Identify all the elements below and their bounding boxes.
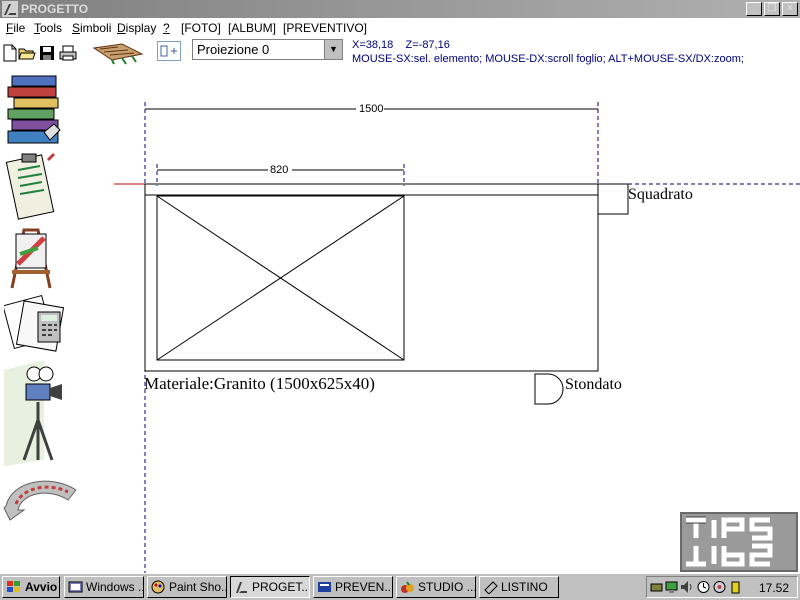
studio-icon xyxy=(401,581,414,593)
top-edge-strip[interactable] xyxy=(144,183,599,196)
dim-inner-label: 820 xyxy=(270,164,289,176)
squared-edge-label: Squadrato xyxy=(628,186,693,203)
progetto-icon xyxy=(236,582,247,593)
task-windows[interactable]: Windows ... xyxy=(64,576,144,598)
taskbar: Avvio Windows ... Paint Sho... PROGET...… xyxy=(0,573,800,600)
start-button[interactable]: Avvio xyxy=(2,576,60,598)
paint-icon xyxy=(151,580,165,594)
task-studio[interactable]: STUDIO ... xyxy=(396,576,476,598)
slab-outline[interactable] xyxy=(144,194,599,372)
clock[interactable]: 17.52 xyxy=(759,581,789,595)
scheduler-icon[interactable] xyxy=(697,580,710,594)
windows-logo-icon xyxy=(7,581,20,592)
rounded-edge-label: Stondato xyxy=(565,376,622,393)
preventivo-icon xyxy=(318,582,331,592)
tips-logo xyxy=(680,512,798,572)
network-icon[interactable] xyxy=(650,580,663,594)
battery-icon[interactable] xyxy=(729,580,742,594)
squared-edge-symbol[interactable] xyxy=(597,183,629,215)
material-label: Materiale:Granito (1500x625x40) xyxy=(144,374,375,393)
drawing-canvas[interactable] xyxy=(0,0,800,600)
explorer-icon xyxy=(68,581,83,593)
task-paint-shop[interactable]: Paint Sho... xyxy=(147,576,227,598)
rounded-edge-symbol[interactable] xyxy=(534,373,564,405)
start-label: Avvio xyxy=(25,580,58,594)
task-preventivo[interactable]: PREVEN... xyxy=(313,576,393,598)
task-label: PREVEN... xyxy=(335,580,393,594)
listino-icon xyxy=(484,581,498,594)
task-progetto[interactable]: PROGET... xyxy=(230,576,310,598)
task-listino[interactable]: LISTINO xyxy=(479,576,559,598)
task-label: Paint Sho... xyxy=(169,580,227,594)
task-label: PROGET... xyxy=(252,580,310,594)
volume-icon[interactable] xyxy=(680,580,693,594)
task-label: STUDIO ... xyxy=(418,580,476,594)
task-label: LISTINO xyxy=(501,580,548,594)
monitor-icon[interactable] xyxy=(665,580,678,594)
media-icon[interactable] xyxy=(713,580,726,594)
task-label: Windows ... xyxy=(86,580,144,594)
system-tray: 17.52 xyxy=(646,576,798,598)
dim-total-label: 1500 xyxy=(359,103,384,115)
